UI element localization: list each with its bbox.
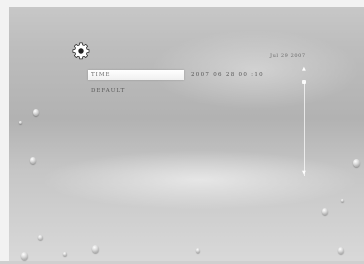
scrollbar-thumb[interactable] <box>302 80 306 84</box>
menu-item-default[interactable]: DEFAULT <box>91 88 125 94</box>
current-date: Jul 29 2007 <box>270 53 306 59</box>
top-border <box>0 0 364 7</box>
background-highlight-lower <box>40 150 360 210</box>
droplet-decoration <box>338 247 344 254</box>
gear-icon <box>72 42 90 60</box>
time-value[interactable]: 2007 06 28 00 :10 <box>191 72 264 78</box>
left-border <box>0 0 9 264</box>
droplet-decoration <box>63 252 67 256</box>
menu-item-time[interactable]: TIME <box>88 70 184 80</box>
droplet-decoration <box>341 199 344 202</box>
menu-item-label: TIME <box>91 72 111 78</box>
settings-screen: TIME 2007 06 28 00 :10 DEFAULT Jul 29 20… <box>0 0 364 264</box>
droplet-decoration <box>21 252 28 260</box>
droplet-decoration <box>33 109 39 116</box>
droplet-decoration <box>353 159 360 167</box>
droplet-decoration <box>38 235 43 240</box>
droplet-decoration <box>30 157 36 164</box>
droplet-decoration <box>19 121 22 124</box>
droplet-decoration <box>322 208 328 215</box>
droplet-decoration <box>92 245 99 253</box>
scrollbar-track[interactable] <box>304 82 305 176</box>
scroll-up-arrow-icon[interactable]: ▲ <box>302 66 306 72</box>
droplet-decoration <box>196 248 200 253</box>
scroll-down-arrow-icon[interactable]: ▼ <box>302 170 306 176</box>
